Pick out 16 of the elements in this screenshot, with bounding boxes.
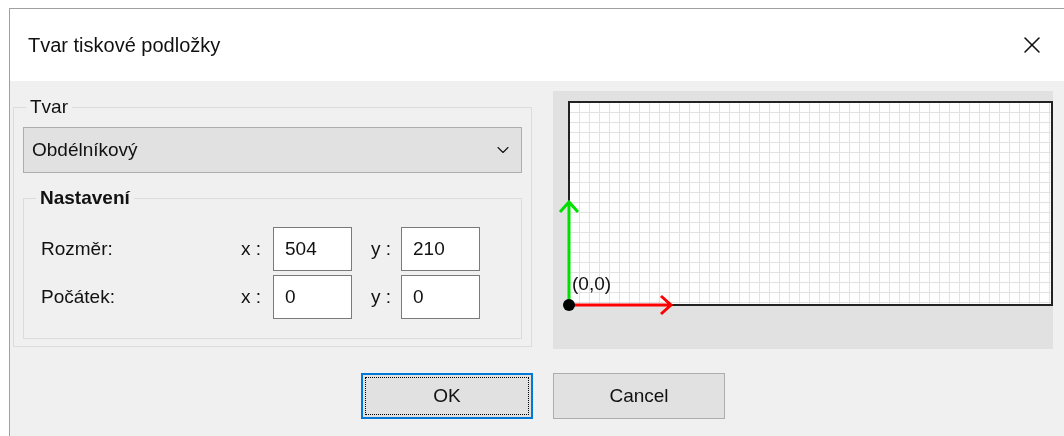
field-label: Rozměr: [41,236,114,261]
y-label: y : [371,284,393,309]
window-title: Tvar tiskové podložky [28,33,221,58]
y-input-field[interactable]: 0 [401,275,480,319]
x-label: x : [241,284,263,309]
origin-label: (0,0) [572,272,612,296]
field-label: Počátek: [41,284,116,309]
shape-dropdown[interactable]: Obdélníkový [23,127,522,173]
x-input-field[interactable]: 504 [273,227,352,271]
x-input-field[interactable]: 0 [273,275,352,319]
dialog-button[interactable]: Cancel [553,373,725,419]
x-label: x : [241,236,263,261]
y-input-field[interactable]: 210 [401,227,480,271]
dialog-button[interactable]: OK [361,373,533,419]
y-label: y : [371,236,393,261]
origin-dot [563,299,575,311]
